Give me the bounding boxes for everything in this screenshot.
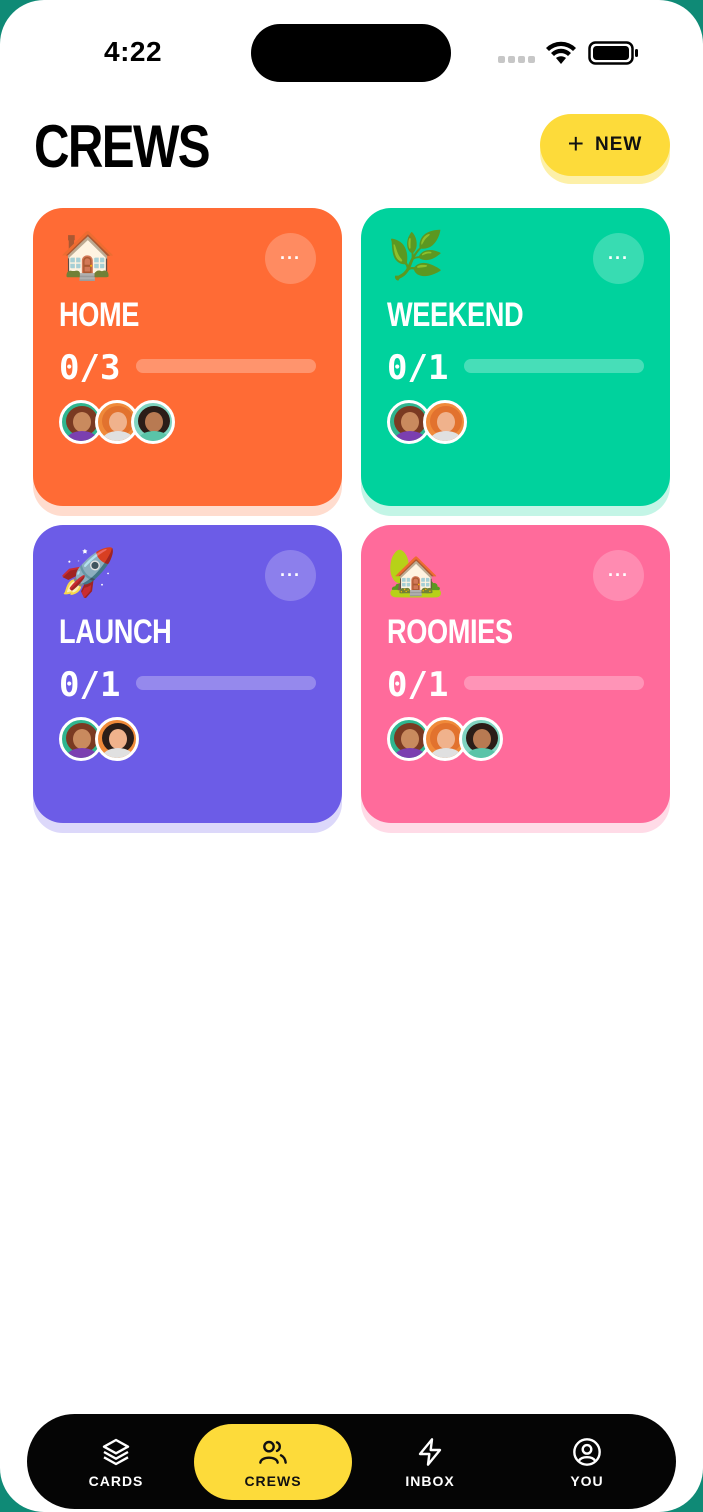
dynamic-island [251,24,451,82]
crew-emoji-icon: 🏠 [59,229,117,281]
layers-icon [102,1438,130,1465]
crew-emoji-icon: 🚀 [59,546,117,598]
tab-cards-label: CARDS [88,1472,144,1489]
ellipsis-icon: ··· [608,248,629,268]
new-crew-button[interactable]: + NEW [540,114,670,176]
tab-crews[interactable]: CREWS [194,1424,352,1500]
crew-progress-bar [136,359,316,373]
more-options-button[interactable]: ··· [593,550,644,601]
wifi-icon [546,41,576,64]
avatar [423,400,467,444]
crew-emoji-icon: 🌿 [387,229,445,281]
tab-bar: CARDS CREWS INBOX YOU [27,1414,676,1509]
more-options-button[interactable]: ··· [593,233,644,284]
crew-task-count: 0/1 [387,665,449,705]
crew-members [59,717,139,761]
crew-name: LAUNCH [59,613,172,651]
battery-icon [588,41,638,65]
page-title: CREWS [34,113,211,180]
users-icon [259,1440,287,1464]
avatar [459,717,503,761]
ellipsis-icon: ··· [280,248,301,268]
crew-card-launch[interactable]: 🚀 ··· LAUNCH 0/1 [33,525,342,823]
ellipsis-icon: ··· [280,565,301,585]
crew-members [59,400,175,444]
more-options-button[interactable]: ··· [265,550,316,601]
crew-name: ROOMIES [387,613,513,651]
crew-task-count: 0/1 [387,348,449,388]
crew-members [387,400,467,444]
tab-you[interactable]: YOU [508,1424,666,1500]
status-time: 4:22 [104,36,163,67]
crew-progress-bar [464,676,644,690]
crew-progress-bar [136,676,316,690]
crew-card-roomies[interactable]: 🏡 ··· ROOMIES 0/1 [361,525,670,823]
tab-inbox[interactable]: INBOX [351,1424,509,1500]
avatar [131,400,175,444]
tab-crews-label: CREWS [244,1472,302,1489]
tab-inbox-label: INBOX [405,1472,455,1489]
more-options-button[interactable]: ··· [265,233,316,284]
crew-name: WEEKEND [387,296,524,334]
cellular-signal-icon [498,56,535,63]
ellipsis-icon: ··· [608,565,629,585]
crew-card-weekend[interactable]: 🌿 ··· WEEKEND 0/1 [361,208,670,506]
crew-members [387,717,503,761]
user-circle-icon [573,1437,601,1466]
crew-task-count: 0/1 [59,665,121,705]
plus-icon: + [567,127,586,159]
crew-name: HOME [59,296,139,334]
crew-task-count: 0/3 [59,348,121,388]
crew-progress-bar [464,359,644,373]
bolt-icon [418,1437,442,1466]
crew-card-home[interactable]: 🏠 ··· HOME 0/3 [33,208,342,506]
tab-you-label: YOU [570,1472,604,1489]
tab-cards[interactable]: CARDS [37,1424,195,1500]
new-button-label: NEW [595,134,643,155]
crew-emoji-icon: 🏡 [387,546,445,598]
phone-screen: 4:22 CREWS + NEW 🏠 ··· HOME 0/3 🌿 ··· WE… [0,0,703,1512]
avatar [95,717,139,761]
